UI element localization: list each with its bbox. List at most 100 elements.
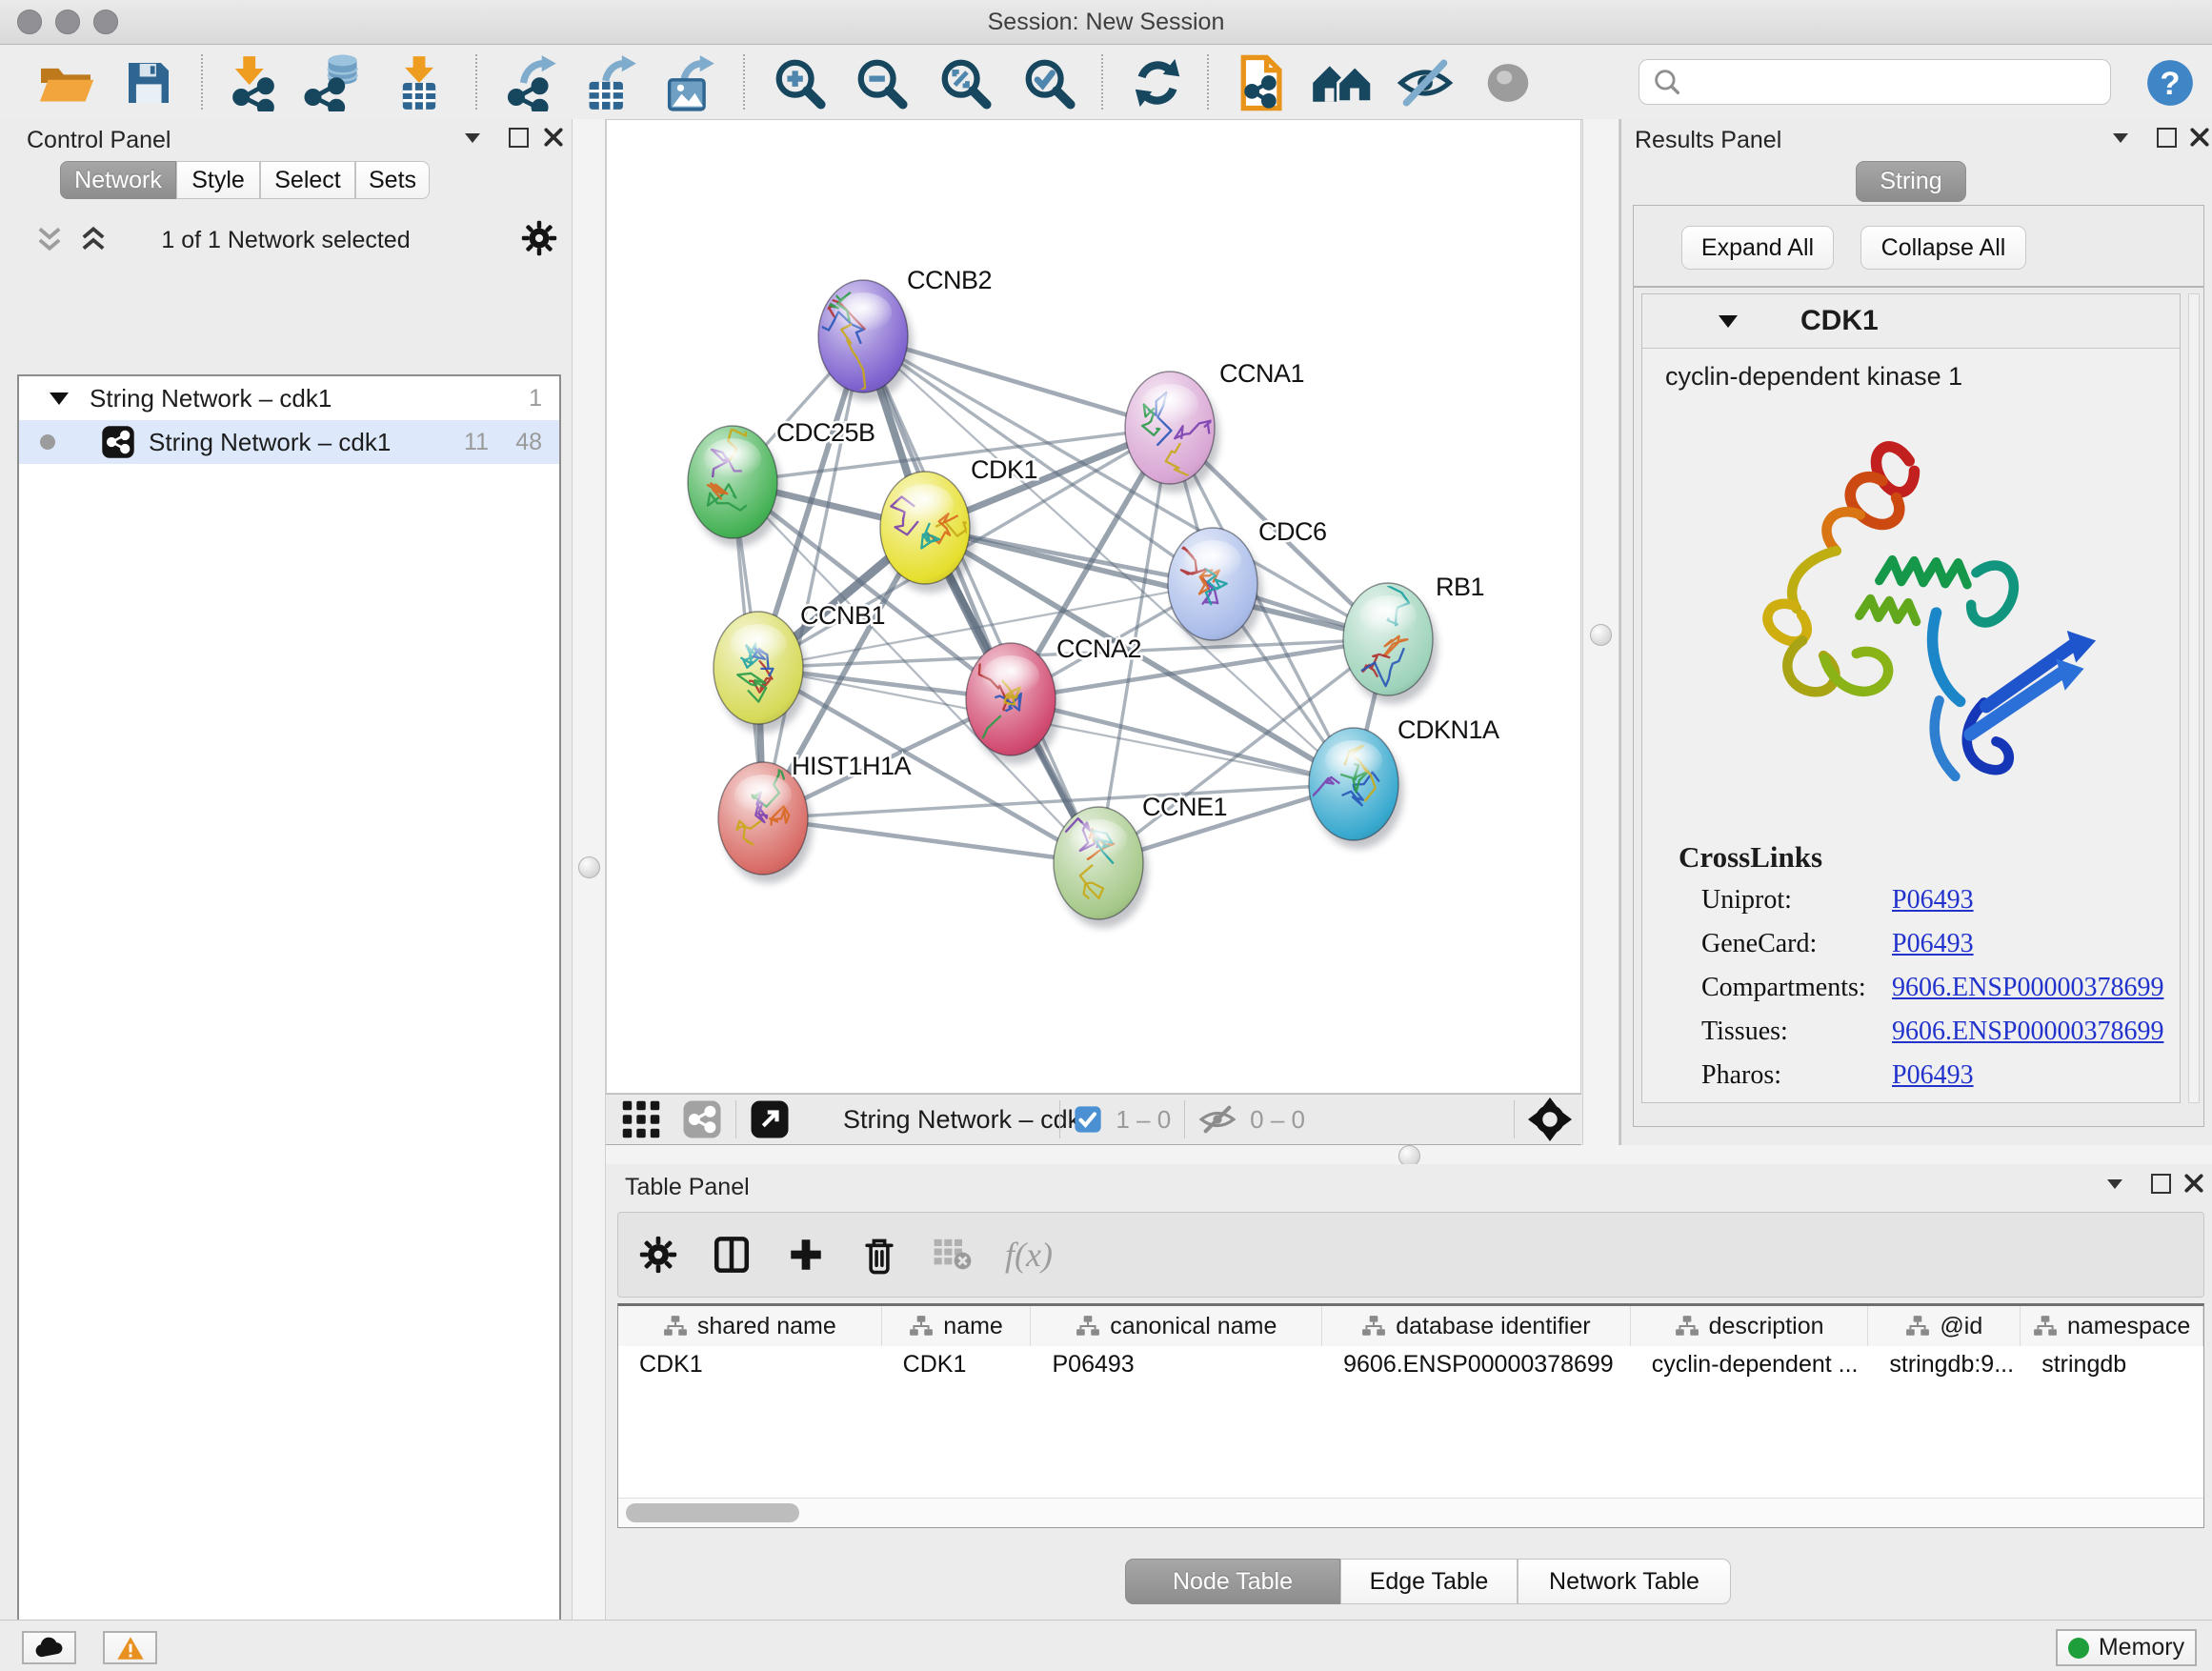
results-tab-string[interactable]: String [1856,161,1966,202]
table-cell[interactable]: cyclin-dependent ... [1631,1346,1869,1382]
add-column-icon[interactable] [712,1235,752,1275]
network-node-CDC6[interactable] [1168,528,1257,640]
control-panel-close-button[interactable] [543,127,564,148]
table-panel-close-button[interactable] [2183,1173,2204,1194]
collapse-all-button[interactable]: Collapse All [1860,226,2026,270]
column-header-canonical-name[interactable]: canonical name [1031,1306,1322,1346]
import-table-from-file-button[interactable] [392,56,446,110]
hidden-eye-icon[interactable] [1198,1103,1237,1136]
network-node-CDC25B[interactable] [688,401,777,538]
home-button[interactable] [1311,56,1374,110]
grid-view-icon[interactable] [621,1099,661,1139]
save-session-button[interactable] [122,56,175,110]
expand-all-button[interactable]: Expand All [1681,226,1834,270]
share-view-icon[interactable] [682,1099,722,1139]
column-header-namespace[interactable]: namespace [2021,1306,2203,1346]
zoom-in-button[interactable] [772,56,827,110]
warning-icon [116,1636,145,1661]
search-input[interactable] [1691,62,2110,102]
table-tab-edge-table[interactable]: Edge Table [1340,1559,1518,1604]
gene-expand-arrow[interactable] [1719,315,1738,328]
results-scrollbar[interactable] [2188,293,2200,1103]
tab-style[interactable]: Style [176,161,260,199]
table-tab-node-table[interactable]: Node Table [1125,1559,1340,1604]
table-cell[interactable]: stringdb [2021,1346,2203,1382]
network-node-CCNB2[interactable] [801,280,908,393]
table-horizontal-scrollbar[interactable] [618,1498,2203,1527]
crosslink-value-link[interactable]: P06493 [1892,1060,1974,1091]
gene-description: cyclin-dependent kinase 1 [1665,362,2180,392]
table-cell[interactable]: CDK1 [882,1346,1032,1382]
network-collection-row[interactable]: String Network – cdk1 1 [19,376,559,420]
export-table-button[interactable] [581,56,638,110]
column-header-name[interactable]: name [882,1306,1032,1346]
results-panel-close-button[interactable] [2189,127,2210,148]
horizontal-splitter[interactable] [606,1145,2212,1165]
import-network-from-database-button[interactable] [303,56,366,110]
table-cell[interactable]: CDK1 [618,1346,882,1382]
network-node-CCNB1[interactable] [714,612,803,724]
open-session-button[interactable] [36,56,95,110]
table-scrollbar-thumb[interactable] [626,1503,799,1522]
netbar-separator [1184,1100,1185,1138]
crosslink-value-link[interactable]: 9606.ENSP00000378699 [1892,973,2163,1003]
results-panel-menu-button[interactable] [2113,133,2128,143]
export-network-button[interactable] [503,56,560,110]
left-splitter-grip[interactable] [578,856,600,878]
zoom-fit-button[interactable] [937,56,993,110]
cloud-status-button[interactable] [22,1631,76,1664]
table-cell[interactable]: stringdb:9... [1868,1346,2021,1382]
table-toolbar: f(x) [617,1212,2204,1298]
table-tab-network-table[interactable]: Network Table [1518,1559,1731,1604]
table-panel-menu-button[interactable] [2107,1179,2122,1189]
zoom-out-button[interactable] [854,56,909,110]
column-header-shared-name[interactable]: shared name [618,1306,882,1346]
column-header-at-id[interactable]: @id [1868,1306,2021,1346]
column-header-database-identifier[interactable]: database identifier [1322,1306,1631,1346]
control-panel-menu-button[interactable] [465,133,480,143]
crosslink-value-link[interactable]: 9606.ENSP00000378699 [1892,1017,2163,1047]
import-network-from-file-button[interactable] [225,56,282,110]
tab-network[interactable]: Network [60,161,176,199]
control-panel-float-button[interactable] [509,128,529,148]
birds-eye-view-icon[interactable] [750,1099,790,1139]
left-splitter[interactable] [572,119,606,1620]
tab-sets[interactable]: Sets [355,161,430,199]
memory-button[interactable]: Memory [2056,1629,2197,1666]
add-row-icon[interactable] [786,1235,826,1275]
column-header-description[interactable]: description [1631,1306,1869,1346]
table-cell[interactable]: 9606.ENSP00000378699 [1322,1346,1631,1382]
table-gear-icon[interactable] [639,1236,677,1274]
table-row[interactable]: CDK1CDK1P064939606.ENSP00000378699cyclin… [618,1346,2203,1382]
warning-status-button[interactable] [103,1631,157,1664]
network-canvas[interactable]: CCNB2CCNA1CDC25BCDK1CDC6RB1CCNB1CCNA2CDK… [606,119,1581,1094]
right-splitter-grip[interactable] [1590,624,1612,646]
network-graph[interactable]: CCNB2CCNA1CDC25BCDK1CDC6RB1CCNB1CCNA2CDK… [607,120,1580,1093]
export-image-button[interactable] [661,56,716,110]
table-panel-float-button[interactable] [2151,1174,2171,1194]
results-panel-float-button[interactable] [2157,128,2177,148]
gear-icon[interactable] [521,220,557,256]
network-node-CDKN1A[interactable] [1302,728,1398,840]
selected-checkbox-icon[interactable] [1074,1105,1102,1134]
crosslink-value-link[interactable]: P06493 [1892,929,1974,959]
collection-expand-arrow[interactable] [50,393,69,405]
hide-selected-button[interactable] [1397,56,1454,110]
tab-select[interactable]: Select [260,161,355,199]
network-node-RB1[interactable] [1343,574,1433,695]
network-row-selected[interactable]: String Network – cdk1 11 48 [19,420,559,464]
share-document-button[interactable] [1233,56,1288,110]
delete-trash-icon[interactable] [860,1235,898,1275]
refresh-view-button[interactable] [1130,56,1185,110]
table-panel-title: Table Panel [625,1174,750,1201]
show-all-button[interactable] [1480,56,1536,110]
gene-section-header[interactable]: CDK1 [1642,294,2180,349]
zoom-selected-button[interactable] [1021,56,1076,110]
window-title: Session: New Session [0,9,2212,36]
crosslink-value-link[interactable]: P06493 [1892,885,1974,916]
table-cell[interactable]: P06493 [1031,1346,1322,1382]
network-node-CCNA2[interactable] [963,643,1056,755]
pan-target-icon[interactable] [1528,1097,1572,1141]
network-node-CCNE1[interactable] [1054,807,1143,919]
help-button[interactable]: ? [2145,56,2195,110]
